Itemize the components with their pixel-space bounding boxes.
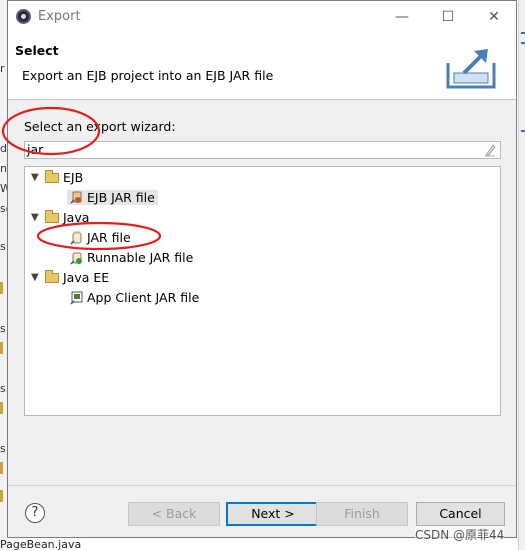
tree-group-java[interactable]: ▼ Java	[31, 209, 89, 227]
tree-item-label: Runnable JAR file	[87, 250, 194, 265]
cancel-button[interactable]: Cancel	[416, 502, 505, 526]
file-marker-icon	[0, 462, 3, 474]
filter-text: jar	[27, 142, 44, 157]
export-dialog: Export — ☐ ✕ Select Export an EJB projec…	[7, 0, 517, 538]
footer-separator	[8, 485, 516, 486]
wizard-label: Select an export wizard:	[24, 119, 176, 134]
ejb-jar-icon	[70, 191, 82, 204]
tree-item-runnable-jar-file[interactable]: Runnable JAR file	[70, 249, 193, 267]
background-fragment: d	[0, 142, 7, 155]
next-button[interactable]: Next >	[226, 502, 320, 526]
minimize-button[interactable]: —	[392, 7, 412, 27]
tree-item-label: JAR file	[87, 230, 131, 245]
wizard-tree: ▼ EJB EJB JAR file ▼ Java JAR file Runna…	[24, 166, 501, 416]
wizard-banner: Select Export an EJB project into an EJB…	[8, 33, 516, 100]
chevron-down-icon[interactable]: ▼	[31, 269, 43, 287]
chevron-down-icon[interactable]: ▼	[31, 209, 43, 227]
watermark-text: CSDN @原菲44	[415, 526, 505, 543]
app-client-jar-icon	[70, 291, 83, 305]
tree-item-label: App Client JAR file	[87, 290, 200, 305]
tree-group-label: Java EE	[63, 270, 110, 285]
tree-group-label: Java	[63, 210, 90, 225]
file-marker-icon	[0, 282, 3, 294]
file-marker-icon	[0, 342, 3, 354]
background-file-name: PageBean.java	[0, 538, 82, 551]
tree-item-ejb-jar-file[interactable]: EJB JAR file	[67, 189, 158, 207]
window-title: Export	[38, 9, 81, 24]
tree-group-java-ee[interactable]: ▼ Java EE	[31, 269, 109, 287]
maximize-button[interactable]: ☐	[438, 7, 458, 27]
chevron-down-icon[interactable]: ▼	[31, 169, 43, 187]
background-scroll-strip	[518, 0, 525, 550]
wizard-filter-input[interactable]: jar	[24, 141, 501, 159]
page-title: Select	[15, 43, 59, 58]
jar-icon	[70, 231, 82, 245]
tree-item-app-client-jar-file[interactable]: App Client JAR file	[70, 289, 199, 307]
clear-filter-icon[interactable]	[484, 143, 496, 157]
close-button[interactable]: ✕	[484, 7, 504, 27]
background-fragment: r	[0, 62, 5, 75]
folder-icon	[45, 269, 59, 283]
folder-icon	[45, 169, 59, 183]
tree-group-ejb[interactable]: ▼ EJB	[31, 169, 83, 187]
help-button[interactable]: ?	[25, 503, 45, 523]
tree-group-label: EJB	[63, 170, 84, 185]
finish-button[interactable]: Finish	[316, 502, 408, 526]
file-marker-icon	[0, 490, 3, 502]
folder-icon	[45, 209, 59, 223]
page-description: Export an EJB project into an EJB JAR fi…	[22, 68, 274, 83]
tree-item-jar-file[interactable]: JAR file	[70, 229, 131, 247]
tree-item-label: EJB JAR file	[87, 190, 155, 205]
runnable-jar-icon	[70, 252, 82, 265]
file-marker-icon	[0, 402, 3, 414]
export-wizard-icon	[446, 49, 496, 89]
back-button[interactable]: < Back	[128, 502, 220, 526]
eclipse-icon	[16, 9, 31, 24]
title-bar: Export — ☐ ✕	[8, 1, 516, 33]
